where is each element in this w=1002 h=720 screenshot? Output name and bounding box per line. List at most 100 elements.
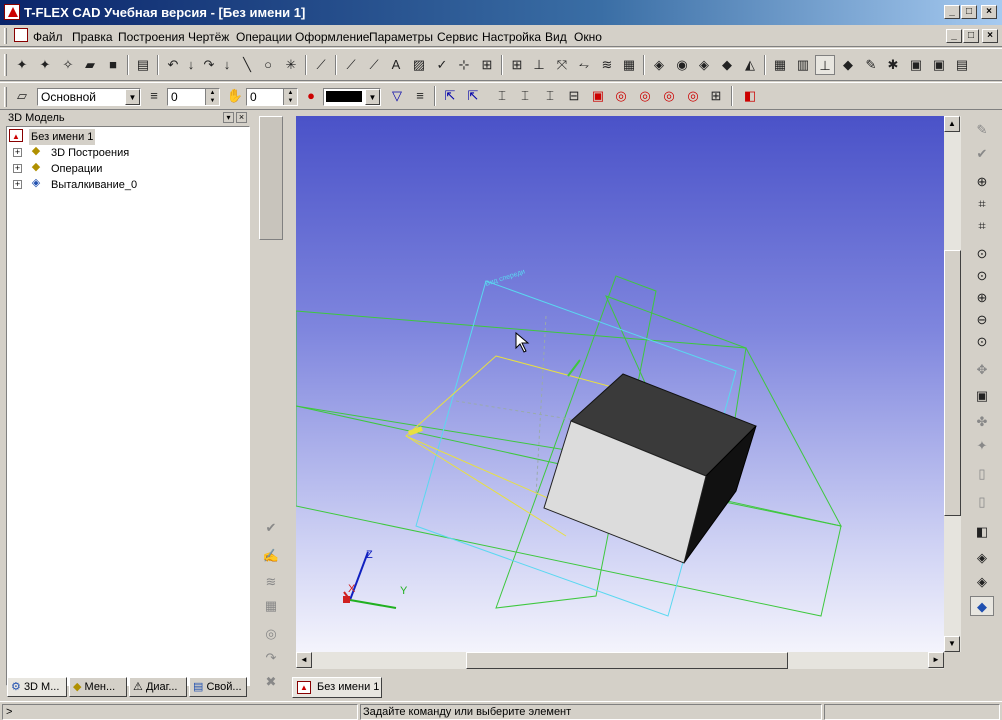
arrow-down-icon[interactable]: ↓ — [181, 55, 201, 75]
chevron-down-icon[interactable]: ▼ — [365, 89, 380, 105]
grid-icon[interactable]: ▦ — [619, 55, 639, 75]
color-select[interactable]: ▼ — [323, 88, 381, 106]
pin-icon[interactable]: ▾ — [223, 112, 234, 123]
layer-select[interactable]: Основной ▼ — [37, 88, 141, 106]
snap-point-icon[interactable]: ⌶ — [492, 86, 512, 106]
print-icon[interactable]: ▤ — [133, 55, 153, 75]
line-icon[interactable]: ╲ — [237, 55, 257, 75]
wireframe-icon[interactable]: ◈ — [970, 548, 994, 568]
new-file-icon[interactable]: ✦ — [12, 55, 32, 75]
zoom-icon[interactable]: ⊙ — [970, 244, 994, 264]
fit-icon[interactable]: ⌗ — [970, 194, 994, 214]
dimension-icon[interactable]: ⟋ — [341, 55, 361, 75]
menu-operations[interactable]: Операции — [236, 30, 292, 44]
measure-icon[interactable]: ⊥ — [815, 55, 835, 75]
orbit-icon[interactable]: ✦ — [970, 436, 994, 456]
roughness-icon[interactable]: ✓ — [432, 55, 452, 75]
arrow-down-icon[interactable]: ↓ — [217, 55, 237, 75]
hidden-lines-icon[interactable]: ◈ — [970, 572, 994, 592]
graphic-line-icon[interactable]: ⟋ — [311, 55, 331, 75]
tab-menu[interactable]: ◆ Мен... — [69, 677, 127, 697]
redo-icon[interactable]: ↷ — [199, 55, 219, 75]
snap-circle-icon[interactable]: ◎ — [635, 86, 655, 106]
frame-icon[interactable]: ⌗ — [970, 216, 994, 236]
close-button[interactable]: × — [981, 5, 997, 19]
snap-edge-icon[interactable]: ⌶ — [540, 86, 560, 106]
menu-design[interactable]: Оформление — [295, 30, 369, 44]
cancel-icon[interactable]: ✖ — [261, 672, 281, 692]
menu-edit[interactable]: Правка — [72, 30, 113, 44]
text-icon[interactable]: A — [386, 55, 406, 75]
doc-minimize-button[interactable]: _ — [946, 29, 962, 43]
path-icon[interactable]: ⥊ — [574, 55, 594, 75]
vertical-scroll-thumb[interactable] — [944, 250, 961, 516]
page-icon[interactable]: ▯ — [970, 464, 994, 484]
table-icon[interactable]: ⊞ — [507, 55, 527, 75]
circle-icon[interactable]: ○ — [258, 55, 278, 75]
scroll-down-button[interactable]: ▼ — [944, 636, 960, 652]
rotate-icon[interactable]: ◉ — [672, 55, 692, 75]
lcs-icon[interactable]: ⤧ — [552, 55, 572, 75]
chevron-down-icon[interactable]: ▼ — [125, 89, 140, 105]
model-tree[interactable]: ▲ Без имени 1 + ◆ 3D Построения + ◆ Опер… — [6, 126, 250, 686]
menu-grip[interactable] — [4, 28, 7, 44]
new-assembly-icon[interactable]: ✧ — [58, 55, 78, 75]
maximize-button[interactable]: □ — [961, 5, 977, 19]
fragment-icon[interactable]: ⊞ — [477, 55, 497, 75]
zoom-previous-icon[interactable]: ⊙ — [970, 332, 994, 352]
tolerance-icon[interactable]: ⊹ — [454, 55, 474, 75]
check-icon[interactable]: ✔ — [970, 144, 994, 164]
layers-icon[interactable]: ▱ — [12, 86, 32, 106]
tab-properties[interactable]: ▤ Свой... — [189, 677, 247, 697]
pages-icon[interactable]: ▯ — [970, 492, 994, 512]
zoom-in-icon[interactable]: ⊕ — [970, 288, 994, 308]
spiral-icon[interactable]: ◎ — [261, 624, 281, 644]
pan-icon[interactable]: ✥ — [970, 360, 994, 380]
zoom-window-icon[interactable]: ⊕ — [970, 172, 994, 192]
tab-3d-model[interactable]: ⚙ 3D М... — [7, 677, 67, 697]
scroll-right-button[interactable]: ► — [928, 652, 944, 668]
priority-input[interactable]: 0 ▲ ▼ — [246, 88, 298, 106]
snap-arc-icon[interactable]: ◎ — [659, 86, 679, 106]
tab-diagnostics[interactable]: ⚠ Диаг... — [129, 677, 187, 697]
loft-icon[interactable]: ◈ — [694, 55, 714, 75]
snap-face-icon[interactable]: ⊟ — [564, 86, 584, 106]
new-3d-icon[interactable]: ✦ — [35, 55, 55, 75]
photo-icon[interactable]: ▤ — [952, 55, 972, 75]
3d-viewport[interactable]: Вид спереди Z Y X — [295, 116, 944, 652]
list-icon[interactable]: ≡ — [410, 86, 430, 106]
scroll-left-button[interactable]: ◄ — [296, 652, 312, 668]
spinner-icon[interactable]: ▲ ▼ — [283, 89, 297, 105]
menu-drawing[interactable]: Чертёж — [188, 30, 229, 44]
steps-icon[interactable]: ≋ — [261, 572, 281, 592]
db-icon[interactable]: ▥ — [793, 55, 813, 75]
menu-file[interactable]: Файл — [33, 30, 63, 44]
zoom-dynamic-icon[interactable]: ⊙ — [970, 266, 994, 286]
snap-settings-icon[interactable]: ◧ — [740, 86, 760, 106]
expand-icon[interactable]: + — [13, 180, 22, 189]
horizontal-scrollbar[interactable]: ◄ ► — [296, 652, 944, 669]
camera-icon[interactable]: ▣ — [929, 55, 949, 75]
menu-settings[interactable]: Настройка — [482, 30, 541, 44]
snap-center-icon[interactable]: ◎ — [611, 86, 631, 106]
menu-service[interactable]: Сервис — [437, 30, 478, 44]
variables-icon[interactable]: ▦ — [770, 55, 790, 75]
material-icon[interactable]: ◆ — [838, 55, 858, 75]
scene-canvas[interactable]: Вид спереди Z Y X — [295, 116, 944, 652]
toolbar-grip[interactable] — [4, 54, 7, 76]
vertical-scrollbar[interactable]: ▲ ▼ — [944, 116, 961, 652]
extrude-icon[interactable]: ◈ — [649, 55, 669, 75]
hatch-icon[interactable]: ▨ — [409, 55, 429, 75]
menu-construction[interactable]: Построения — [118, 30, 185, 44]
level-input[interactable]: 0 ▲ ▼ — [167, 88, 220, 106]
horizontal-scroll-thumb[interactable] — [466, 652, 788, 669]
leader-icon[interactable]: ⟋ — [364, 55, 384, 75]
axis-icon[interactable]: ⊥ — [529, 55, 549, 75]
snap-grid-icon[interactable]: ⊞ — [706, 86, 726, 106]
toolbar-grip[interactable] — [4, 87, 7, 107]
filter-icon[interactable]: ▽ — [387, 86, 407, 106]
render-mode-icon[interactable]: ◆ — [970, 596, 994, 616]
pin-tool-icon[interactable]: ✍ — [261, 546, 281, 566]
undo-icon[interactable]: ↶ — [163, 55, 183, 75]
render-icon[interactable]: ▣ — [906, 55, 926, 75]
